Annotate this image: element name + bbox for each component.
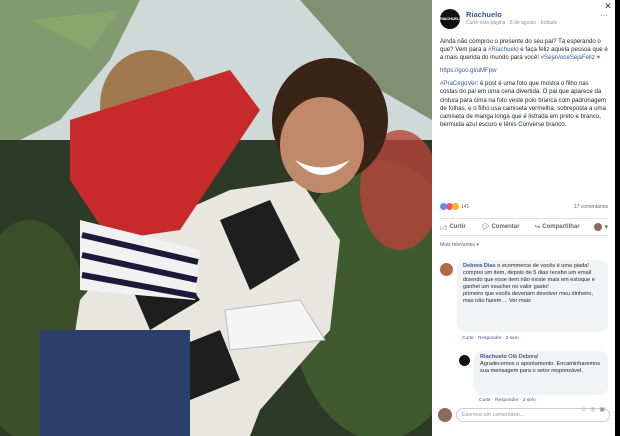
reactions-bar[interactable]: 141 17 comentários [440,203,608,213]
hashtag-link[interactable]: #Riachuelo [488,46,519,53]
avatar[interactable] [440,263,453,276]
comment-sort[interactable]: Mais relevantes ▾ [440,242,479,248]
avatar[interactable] [459,355,470,366]
comments-count[interactable]: 17 comentários [574,204,608,210]
reaction-count[interactable]: 141 [461,204,469,210]
audience-selector[interactable]: ▾ [594,223,608,231]
like-button[interactable]: 👍︎ Curtir [440,223,466,232]
comment-icon: 💬︎ [480,224,490,231]
share-icon: ↪ [534,224,541,231]
photo-illustration [0,0,432,436]
chevron-down-icon: ▾ [604,224,608,231]
page-avatar[interactable]: RIACHUELO [440,9,462,29]
post-paragraph-1: Ainda não comprou o presente do seu pai?… [440,38,608,62]
more-icon[interactable]: ··· [600,11,608,20]
post-paragraph-3: #PraCegoVer: é post é uma foto que mostr… [440,80,606,128]
post-text: Ainda não comprou o presente do seu pai?… [440,38,608,134]
comment-actions[interactable]: Curtir · Responder · 2 sem [462,336,519,341]
scrollbar[interactable] [615,0,620,436]
post-header: RIACHUELO Riachuelo Curtir esta página ·… [440,9,608,29]
hashtag-link[interactable]: #PraCegoVer [440,80,477,87]
post-meta: Curtir esta página · 8 de agosto · Edita… [466,20,561,26]
comment-bubble: Riachuelo Olá Debora! Agradecemos o apon… [474,351,608,395]
comment-composer: Escreva um comentário... ☺ ◎ ▣ [438,406,610,424]
share-button[interactable]: ↪ Compartilhar [534,223,579,231]
post-photo[interactable] [0,0,432,436]
post-panel: ✕ RIACHUELO Riachuelo Curtir esta página… [432,0,615,436]
post-paragraph-2: https://goo.gl/uMFpw [440,67,608,75]
comment-author[interactable]: Debora Dias [463,263,496,269]
comment-text: o ecommerce de vocês é uma piada! compre… [463,263,595,304]
user-avatar [594,223,603,231]
comment-bubble: Debora Dias o ecommerce de vocês é uma p… [457,260,608,332]
hashtag-link[interactable]: #SejaVoceSejaFeliz [541,54,595,61]
post-link[interactable]: https://goo.gl/uMFpw [440,67,497,74]
emoji-camera-icons[interactable]: ☺ ◎ ▣ [581,406,606,413]
heart-emoji: ♥ [596,54,601,62]
wow-reaction-icon [452,203,459,210]
page-name[interactable]: Riachuelo [466,10,502,19]
facebook-photo-viewer: ✕ RIACHUELO Riachuelo Curtir esta página… [0,0,620,436]
post-actions: 👍︎ Curtir 💬︎ Comentar ↪ Compartilhar ▾ [440,218,608,236]
thumbs-up-icon: 👍︎ [440,224,448,232]
comment-button[interactable]: 💬︎ Comentar [481,223,520,231]
avatar [438,408,452,422]
comment-author[interactable]: Riachuelo [480,354,507,360]
comment-actions[interactable]: Curtir · Responder · 2 sem [479,398,536,403]
